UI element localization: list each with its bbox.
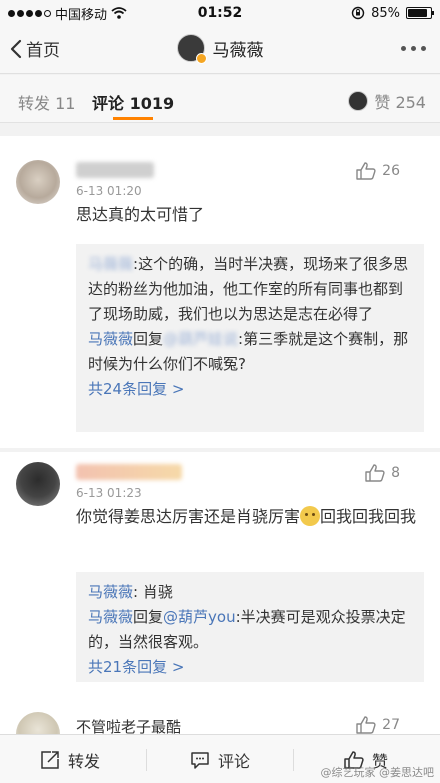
page-title: 马薇薇 [212,40,264,61]
comment-list[interactable]: 6-13 01:20 26 思达真的太可惜了 马薇薇:这个的确，当时半决赛，现场… [0,124,440,734]
repost-label: 转发 [68,752,101,771]
reply-box[interactable]: 马薇薇: 肖骁 马薇薇回复@葫芦you:半决赛可是观众投票决定的，当然很客观。 … [76,572,424,682]
like-button[interactable]: 27 [356,716,400,734]
more-replies-link[interactable]: 共21条回复 > [88,655,412,680]
doge-emoji-icon [300,506,321,526]
tab-likes[interactable]: 赞 254 [348,89,426,113]
reply-text: : 肖骁 [133,583,173,601]
comment-time: 6-13 01:20 [76,184,142,198]
reply-username[interactable]: 马薇薇 [88,583,133,601]
navigation-bar: 首页 马薇薇 [0,26,440,74]
divider [293,749,294,771]
reply-item: 马薇薇: 肖骁 [88,580,412,605]
like-button[interactable]: 8 [365,464,400,482]
divider [146,749,147,771]
more-options-icon[interactable] [401,46,426,51]
reply-box[interactable]: 马薇薇:这个的确，当时半决赛，现场来了很多思达的粉丝为他加油，他工作室的所有同事… [76,244,424,432]
like-count: 8 [391,465,400,481]
reply-target[interactable]: @葫芦you [163,608,236,626]
comment-username[interactable]: 不管啦老子最酷 [76,716,181,734]
comment-text: 你觉得姜思达厉害还是肖骁厉害 回我回我回我 [76,506,417,526]
like-button[interactable]: 26 [356,162,400,180]
comment-text: 思达真的太可惜了 [76,205,205,224]
repost-icon [41,751,59,769]
battery-percent: 85% [371,5,400,21]
reply-target[interactable]: @葫芦娃说 [163,330,238,348]
avatar [348,91,369,111]
like-count: 26 [382,163,400,179]
comment-time: 6-13 01:23 [76,486,142,500]
comment-item: 6-13 01:23 8 你觉得姜思达厉害还是肖骁厉害 回我回我回我 马薇薇: 肖… [0,452,440,710]
like-count: 27 [382,717,400,733]
thumbs-up-icon [356,162,376,180]
thumbs-up-icon [365,464,385,482]
avatar [176,34,207,64]
reply-word: 回复 [133,608,164,626]
comment-icon [191,752,209,769]
bottom-toolbar: 转发 评论 赞 @综艺玩家 @姜思达吧 [0,734,440,783]
reply-username[interactable]: 马薇薇 [88,608,133,626]
tab-comments[interactable]: 评论 1019 [92,90,174,114]
comment-item: 不管啦老子最酷 27 [0,702,440,734]
reply-username[interactable]: 马薇薇 [88,330,133,348]
reply-word: 回复 [133,330,164,348]
battery-icon [406,7,434,19]
tab-bar: 转发 11 评论 1019 赞 254 [0,75,440,123]
reply-item: 马薇薇回复@葫芦you:半决赛可是观众投票决定的，当然很客观。 [88,605,412,655]
orientation-lock-icon [351,6,365,20]
tab-likes-label: 赞 254 [374,93,426,112]
comment-button[interactable]: 评论 [190,748,250,772]
repost-button[interactable]: 转发 [40,748,100,772]
avatar[interactable] [16,712,60,734]
avatar[interactable] [16,462,60,506]
comment-label: 评论 [218,752,251,771]
more-replies-link[interactable]: 共24条回复 > [88,377,412,402]
reply-item: 马薇薇回复@葫芦娃说:第三季就是这个赛制，那时候为什么你们不喊冤? [88,327,412,377]
avatar[interactable] [16,160,60,204]
status-bar: 中国移动 01:52 85% [0,0,440,26]
reply-text: :这个的确，当时半决赛，现场来了很多思达的粉丝为他加油，他工作室的所有同事也都到… [88,255,409,323]
comment-item: 6-13 01:20 26 思达真的太可惜了 马薇薇:这个的确，当时半决赛，现场… [0,136,440,448]
comment-username[interactable] [76,464,182,484]
watermark: @综艺玩家 @姜思达吧 [320,766,435,779]
active-tab-indicator [113,117,153,120]
profile-header[interactable]: 马薇薇 [0,34,440,64]
reply-username[interactable]: 马薇薇 [88,255,133,273]
verified-badge-icon [195,53,207,64]
tab-reposts[interactable]: 转发 11 [18,90,75,114]
thumbs-up-icon [356,716,376,734]
reply-item: 马薇薇:这个的确，当时半决赛，现场来了很多思达的粉丝为他加油，他工作室的所有同事… [88,252,412,327]
comment-username[interactable] [76,162,154,182]
